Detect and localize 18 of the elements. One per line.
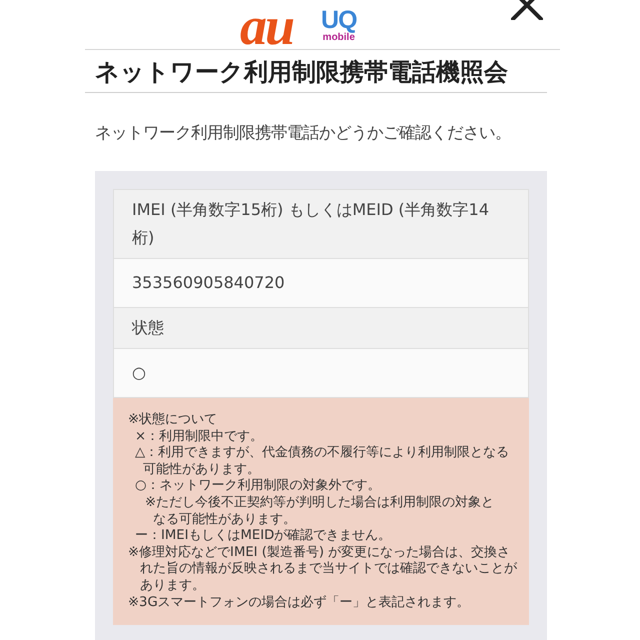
logo-subtext: mobile: [322, 32, 355, 43]
page-title: ネットワーク利用制限携帯電話機照会: [95, 57, 509, 87]
note-text: △：利用できますが、代金債務の不履行等により利用制限となる可能性があります。: [135, 445, 510, 478]
value-cell: 353560905840720: [114, 259, 528, 308]
label-cell: IMEI (半角数字15桁) もしくはMEID (半角数字14桁): [114, 190, 528, 259]
label-cell: 状態: [114, 308, 528, 349]
note-text: ※ただし今後不正契約等が判明した場合は利用制限の対象となる可能性があります。: [145, 494, 496, 528]
note-text: ー：IMEIもしくはMEIDが確認できません。: [135, 528, 392, 545]
logo-text: UQ: [321, 8, 357, 32]
note-text: ※修理対応などでIMEI (製造番号) が変更になった場合は、交換された旨の情報が反映されるまで当サイトでは確認できないことがあります。: [128, 544, 518, 595]
intro-text: ネットワーク利用制限携帯電話かどうかご確認ください。: [95, 123, 512, 143]
note-text: ○：ネットワーク利用制限の対象外です。: [135, 478, 382, 495]
note-heading: ※状態について: [128, 412, 218, 429]
note-text: ※3Gスマートフォンの場合は必ず「ー」と表記されます。: [128, 594, 471, 612]
value-cell: ○: [114, 349, 528, 398]
note-text: ×：利用制限中です。: [135, 428, 264, 445]
logo-text: au: [240, 6, 294, 46]
close-icon[interactable]: [511, 0, 543, 20]
